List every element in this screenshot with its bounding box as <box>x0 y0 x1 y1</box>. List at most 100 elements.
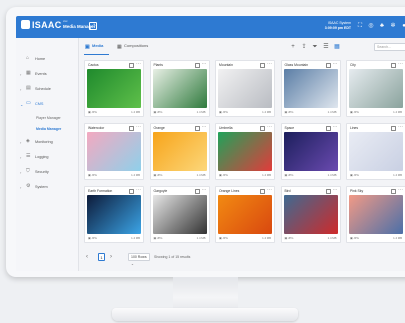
results-count: Showing 1 of 15 results <box>154 255 191 259</box>
more-options-icon[interactable]: ⋯ <box>202 124 207 130</box>
media-card[interactable]: Gargoyle ⋯ ▣ JPG 1.4 MB <box>149 186 210 243</box>
sidebar-item-monitoring[interactable]: › ◈ Monitoring <box>16 137 78 147</box>
prev-page-icon[interactable]: ‹ <box>86 254 88 260</box>
media-card[interactable]: Glass Mountain ⋯ ▣ JPG 1.4 MB <box>280 60 341 117</box>
media-size: 1.4 MB <box>327 236 337 240</box>
media-card[interactable]: Mountain ⋯ ▣ JPG 1.4 MB <box>215 60 275 117</box>
schedule-icon: ▤ <box>26 85 31 91</box>
sidebar-item-home[interactable]: ⌂ Home <box>16 54 78 64</box>
select-checkbox[interactable] <box>260 63 265 68</box>
sidebar-item-cms[interactable]: ⌄ ▭ CMS <box>16 99 78 109</box>
more-options-icon[interactable]: ⋯ <box>136 61 141 67</box>
system-time: 3:09:09 pm EDT <box>324 26 351 30</box>
next-page-icon[interactable]: › <box>110 254 112 260</box>
tab-media[interactable]: ▣ Media <box>85 43 103 51</box>
grid-view-icon[interactable]: ▦ <box>334 44 340 50</box>
upload-folder-icon[interactable]: ⇪ <box>301 44 307 50</box>
select-checkbox[interactable] <box>325 63 331 68</box>
image-type-icon: ▣ <box>153 236 157 240</box>
rows-per-page-select[interactable]: 100 Rows ⌄ <box>128 253 150 266</box>
tab-compositions[interactable]: ▦ Compositions <box>117 43 148 51</box>
sidebar-item-label: Logging <box>35 155 49 159</box>
media-card[interactable]: Space ⋯ ▣ JPG 1.4 MB <box>280 123 341 180</box>
filter-icon[interactable]: ⏷ <box>312 44 318 50</box>
media-card[interactable]: Lines ⋯ ▣ JPG 1.4 MB <box>346 123 405 180</box>
media-type-label: JPG <box>353 110 359 114</box>
sidebar-item-logging[interactable]: › ☰ Logging <box>16 152 78 162</box>
media-card[interactable]: Umbrella ⋯ ▣ JPG 1.4 MB <box>215 123 275 180</box>
select-checkbox[interactable] <box>391 189 396 194</box>
chevron-right-icon: › <box>20 72 22 77</box>
select-checkbox[interactable] <box>129 189 134 194</box>
expand-button[interactable]: ⤢ <box>89 22 97 30</box>
image-type-icon: ▣ <box>284 236 288 240</box>
tab-label: Compositions <box>124 43 149 48</box>
media-card[interactable]: Earth Formation ⋯ ▣ JPG 1.4 MB <box>84 186 144 243</box>
sidebar-item-security[interactable]: › ⛉ Security <box>16 167 78 177</box>
media-type-label: JPG <box>156 236 163 240</box>
more-options-icon[interactable]: ⋯ <box>333 61 338 67</box>
more-options-icon[interactable]: ⋯ <box>398 124 403 130</box>
select-checkbox[interactable] <box>194 126 200 131</box>
select-checkbox[interactable] <box>325 189 331 194</box>
media-card[interactable]: Orange ⋯ ▣ JPG 1.4 MB <box>149 123 210 180</box>
media-thumbnail <box>218 132 272 171</box>
settings-icon[interactable]: ✲ <box>390 23 396 29</box>
more-options-icon[interactable]: ⋯ <box>136 187 141 193</box>
media-type-label: JPG <box>156 110 163 114</box>
select-checkbox[interactable] <box>391 126 396 131</box>
media-card[interactable]: Bird ⋯ ▣ JPG 1.4 MB <box>280 186 341 243</box>
user-icon[interactable]: ● <box>401 23 405 29</box>
more-options-icon[interactable]: ⋯ <box>398 187 403 193</box>
more-options-icon[interactable]: ⋯ <box>267 187 272 193</box>
media-card[interactable]: Plants ⋯ ▣ JPG 1.4 MB <box>149 60 210 117</box>
sidebar-item-events[interactable]: › ▦ Events <box>16 69 78 79</box>
sidebar-item-schedule[interactable]: › ▤ Schedule <box>16 84 78 94</box>
notifications-icon[interactable]: ♣ <box>379 23 385 29</box>
select-checkbox[interactable] <box>129 126 134 131</box>
media-title: Watercolor <box>88 126 105 130</box>
sidebar-subitem-player-manager[interactable]: Player Manager <box>36 116 61 120</box>
media-thumbnail <box>87 69 141 108</box>
select-checkbox[interactable] <box>325 126 331 131</box>
media-card[interactable]: Pink Sky ⋯ ▣ JPG 1.4 MB <box>346 186 405 243</box>
media-type: ▣ JPG <box>285 173 294 177</box>
media-type: ▣ JPG <box>285 236 294 240</box>
more-options-icon[interactable]: ⋯ <box>267 124 272 130</box>
select-checkbox[interactable] <box>391 63 396 68</box>
globe-icon[interactable]: ◎ <box>368 23 374 29</box>
more-options-icon[interactable]: ⋯ <box>202 61 207 67</box>
sidebar-subitem-media-manager[interactable]: Media Manager <box>36 127 61 131</box>
media-size: 1.4 MB <box>196 173 206 177</box>
media-thumbnail <box>283 69 338 108</box>
media-card[interactable]: Watercolor ⋯ ▣ JPG 1.4 MB <box>84 123 144 180</box>
more-options-icon[interactable]: ⋯ <box>398 61 403 67</box>
select-checkbox[interactable] <box>194 63 200 68</box>
select-checkbox[interactable] <box>129 63 134 68</box>
sidebar-item-system[interactable]: › ⚙ System <box>16 182 78 192</box>
search-input[interactable]: Search... <box>374 43 405 51</box>
more-options-icon[interactable]: ⋯ <box>136 124 141 130</box>
list-view-icon[interactable]: ☰ <box>323 44 329 50</box>
select-checkbox[interactable] <box>260 189 265 194</box>
current-page[interactable]: 1 <box>98 253 105 261</box>
fullscreen-icon[interactable]: ⛶ <box>357 23 363 29</box>
media-type-label: JPG <box>353 173 359 177</box>
more-options-icon[interactable]: ⋯ <box>333 124 338 130</box>
tab-label: Media <box>92 43 104 48</box>
media-size: 1.4 MB <box>131 236 140 240</box>
media-title: Earth Formation <box>88 189 113 193</box>
media-size: 1.4 MB <box>262 173 271 177</box>
media-card[interactable]: City ⋯ ▣ JPG 1.4 MB <box>346 60 405 117</box>
select-checkbox[interactable] <box>260 126 265 131</box>
add-icon[interactable]: + <box>290 44 296 50</box>
chevron-right-icon: › <box>20 155 22 160</box>
media-type: ▣ JPG <box>88 173 97 177</box>
media-card[interactable]: Orange Lines ⋯ ▣ JPG 1.4 MB <box>215 186 275 243</box>
more-options-icon[interactable]: ⋯ <box>202 187 207 193</box>
select-checkbox[interactable] <box>194 189 200 194</box>
media-icon: ▣ <box>85 44 90 50</box>
more-options-icon[interactable]: ⋯ <box>267 61 272 67</box>
media-card[interactable]: Cactus ⋯ ▣ JPG 1.4 MB <box>84 60 144 117</box>
more-options-icon[interactable]: ⋯ <box>333 187 338 193</box>
